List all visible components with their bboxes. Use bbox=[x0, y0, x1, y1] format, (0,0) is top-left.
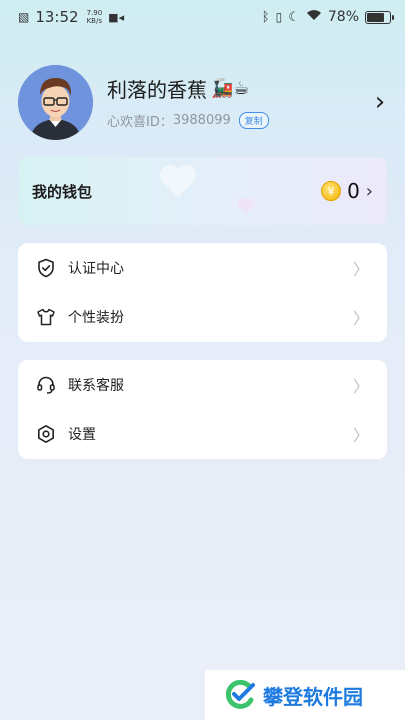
menu-label: 个性装扮 bbox=[68, 310, 124, 327]
status-bar: ▧ 13:52 7.90 KB/s ■◂ ᛒ ▯ ☾ 78% bbox=[0, 0, 405, 34]
wallet-amount: 0 bbox=[347, 179, 360, 203]
heart-decoration-icon bbox=[160, 165, 196, 197]
profile-info: 利落的香蕉 🚂☕ 心欢喜ID： 3988099 复制 bbox=[107, 74, 370, 130]
battery-icon bbox=[365, 10, 394, 24]
heart-decoration-icon bbox=[237, 198, 255, 214]
status-bar-right: ᛒ ▯ ☾ 78% bbox=[261, 9, 394, 25]
menu-label: 联系客服 bbox=[68, 377, 124, 394]
watermark-logo-icon bbox=[225, 679, 255, 709]
video-camera-icon: ■◂ bbox=[108, 10, 125, 24]
network-speed-value: 7.90 bbox=[86, 9, 103, 17]
wallet-title: 我的钱包 bbox=[32, 182, 93, 201]
watermark-text: 攀登软件园 bbox=[263, 684, 363, 709]
watermark: 攀登软件园 bbox=[205, 670, 405, 720]
status-bar-left: ▧ 13:52 7.90 KB/s ■◂ bbox=[18, 8, 124, 26]
wallet-card[interactable]: 我的钱包 ¥ 0 › bbox=[18, 157, 387, 225]
shield-check-icon bbox=[36, 258, 56, 278]
status-time: 13:52 bbox=[35, 8, 79, 26]
chevron-right-icon[interactable]: › bbox=[366, 181, 373, 202]
avatar[interactable] bbox=[18, 64, 93, 140]
network-speed-unit: KB/s bbox=[86, 17, 102, 25]
menu-item-customer-service[interactable]: 联系客服 〉 bbox=[18, 360, 387, 410]
menu-label: 设置 bbox=[68, 427, 96, 444]
nickname: 利落的香蕉 bbox=[107, 78, 207, 102]
chevron-right-icon: 〉 bbox=[352, 376, 369, 396]
nickname-emojis: 🚂☕ bbox=[211, 78, 250, 99]
copy-id-button[interactable]: 复制 bbox=[238, 112, 269, 129]
user-id-label: 心欢喜ID： bbox=[107, 115, 173, 130]
user-id-value: 3988099 bbox=[172, 113, 231, 128]
settings-hexagon-icon bbox=[36, 424, 56, 444]
menu-item-verification[interactable]: 认证中心 〉 bbox=[18, 243, 387, 293]
menu-item-personalization[interactable]: 个性装扮 〉 bbox=[18, 293, 387, 343]
coin-icon: ¥ bbox=[321, 181, 342, 201]
menu-card-account: 认证中心 〉 个性装扮 〉 bbox=[18, 243, 387, 342]
sim-icon: ▧ bbox=[18, 10, 30, 24]
chevron-right-icon: 〉 bbox=[352, 309, 369, 329]
chevron-right-icon: 〉 bbox=[352, 259, 369, 279]
wallet-balance[interactable]: ¥ 0 › bbox=[321, 179, 373, 203]
nickname-row: 利落的香蕉 🚂☕ bbox=[107, 74, 370, 103]
moon-icon: ☾ bbox=[288, 9, 300, 25]
network-speed: 7.90 KB/s bbox=[87, 9, 103, 25]
headset-icon bbox=[36, 375, 56, 395]
wifi-icon bbox=[306, 9, 322, 25]
bluetooth-icon: ᛒ bbox=[261, 9, 270, 25]
profile-header[interactable]: 利落的香蕉 🚂☕ 心欢喜ID： 3988099 复制 › bbox=[18, 64, 390, 140]
menu-item-settings[interactable]: 设置 〉 bbox=[18, 410, 387, 460]
battery-percent: 78% bbox=[327, 9, 359, 25]
tshirt-icon bbox=[36, 307, 56, 327]
vibrate-icon: ▯ bbox=[275, 10, 283, 24]
chevron-right-icon[interactable]: › bbox=[370, 87, 390, 117]
user-id-row: 心欢喜ID： 3988099 复制 bbox=[107, 111, 370, 130]
menu-card-support: 联系客服 〉 设置 〉 bbox=[18, 360, 387, 459]
menu-label: 认证中心 bbox=[68, 260, 124, 277]
chevron-right-icon: 〉 bbox=[352, 426, 369, 446]
